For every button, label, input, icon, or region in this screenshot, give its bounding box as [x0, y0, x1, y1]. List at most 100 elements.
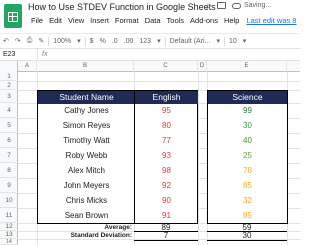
currency-format-button[interactable]: $ [87, 38, 97, 45]
toolbar: ↶ ↷ ⎙ ✎ 100% ▾ $ % .0 .00 123 ▾ Default … [0, 33, 300, 48]
column-header-e[interactable]: E [207, 61, 287, 72]
row-header[interactable]: 5 [0, 118, 18, 133]
english-score-cell[interactable]: 93 [135, 150, 198, 162]
row-header[interactable]: 6 [0, 133, 18, 148]
student-name-cell[interactable]: Roby Webb [38, 150, 135, 162]
column-header-a[interactable]: A [18, 61, 37, 72]
menu-file[interactable]: File [28, 15, 46, 27]
percent-format-button[interactable]: % [97, 38, 109, 45]
more-formats-dropdown-icon[interactable]: ▾ [154, 37, 164, 45]
science-score-cell[interactable]: 30 [208, 120, 287, 132]
row-header[interactable]: 14 [0, 239, 18, 245]
english-score-cell[interactable]: 95 [135, 105, 198, 117]
stdev-english-value[interactable]: 7 [134, 231, 198, 240]
zoom-dropdown-icon[interactable]: ▾ [74, 37, 84, 45]
science-score-cell[interactable]: 25 [208, 150, 287, 162]
english-score-cell[interactable]: 91 [135, 210, 198, 222]
column-header-c[interactable]: C [134, 61, 198, 72]
row-header[interactable]: 2 [0, 81, 18, 90]
science-score-cell[interactable]: 40 [208, 135, 287, 147]
toolbar-divider [48, 36, 50, 46]
gridline [18, 81, 300, 82]
science-score-cell[interactable]: 85 [208, 180, 287, 192]
row-header[interactable]: 11 [0, 208, 18, 223]
gridline [198, 72, 199, 245]
column-headers: A B C D E [0, 61, 300, 72]
toolbar-divider [164, 36, 166, 46]
row-header[interactable]: 8 [0, 163, 18, 178]
folder-icon[interactable] [217, 2, 226, 9]
font-size-select[interactable]: 10 [226, 38, 240, 45]
toolbar-divider [84, 36, 86, 46]
cell-area[interactable]: Student Name English Cathy Jones Simon R… [18, 72, 300, 245]
row-header[interactable]: 13 [0, 231, 18, 239]
row-headers: 1 2 3 4 5 6 7 8 9 10 11 12 13 14 [0, 72, 18, 245]
student-name-cell[interactable]: Timothy Watt [38, 135, 135, 147]
student-name-cell[interactable]: Sean Brown [38, 210, 135, 222]
toolbar-divider [223, 36, 225, 46]
redo-icon[interactable]: ↷ [12, 37, 24, 45]
cloud-status-icon [232, 3, 241, 9]
english-score-cell[interactable]: 80 [135, 120, 198, 132]
undo-icon[interactable]: ↶ [0, 37, 12, 45]
formula-bar: E23 fx [0, 48, 300, 61]
english-score-cell[interactable]: 77 [135, 135, 198, 147]
student-name-cell[interactable]: Chris Micks [38, 195, 135, 207]
menu-format[interactable]: Format [112, 15, 142, 27]
font-size-dropdown-icon[interactable]: ▾ [240, 37, 250, 45]
decrease-decimal-button[interactable]: .0 [109, 38, 121, 45]
menu-view[interactable]: View [65, 15, 87, 27]
student-name-cell[interactable]: Simon Reyes [38, 120, 135, 132]
row-header[interactable]: 4 [0, 103, 18, 118]
fx-icon: fx [42, 51, 48, 58]
increase-decimal-button[interactable]: .00 [121, 38, 137, 45]
english-score-cell[interactable]: 90 [135, 195, 198, 207]
english-score-cell[interactable]: 98 [135, 165, 198, 177]
star-icon[interactable]: ☆ [204, 1, 212, 12]
stdev-science-value[interactable]: 30 [207, 231, 287, 240]
science-score-cell[interactable]: 99 [208, 105, 287, 117]
row-header[interactable]: 7 [0, 148, 18, 163]
menu-bar: File Edit View Insert Format Data Tools … [28, 15, 296, 27]
row-header[interactable]: 9 [0, 178, 18, 193]
menu-data[interactable]: Data [142, 15, 164, 27]
science-score-cell[interactable]: 78 [208, 165, 287, 177]
last-edit-link[interactable]: Last edit was 8 [242, 15, 296, 27]
science-score-cell[interactable]: 85 [208, 210, 287, 222]
average-label[interactable]: Average: [37, 224, 132, 231]
name-box[interactable]: E23 [0, 49, 38, 60]
science-score-cell[interactable]: 32 [208, 195, 287, 207]
student-name-cell[interactable]: John Meyers [38, 180, 135, 192]
english-score-cell[interactable]: 92 [135, 180, 198, 192]
header-science[interactable]: Science [208, 91, 287, 104]
more-formats-button[interactable]: 123 [136, 38, 154, 45]
row-header[interactable]: 1 [0, 72, 18, 81]
menu-addons[interactable]: Add-ons [187, 15, 221, 27]
row-header[interactable]: 3 [0, 90, 18, 103]
science-table: Science 99 30 40 25 78 85 32 85 [207, 90, 288, 224]
student-name-cell[interactable]: Alex Mitch [38, 165, 135, 177]
font-select[interactable]: Default (Ari... [167, 38, 214, 45]
document-title[interactable]: How to Use STDEV Function in Google Shee… [28, 2, 216, 12]
header-student-name[interactable]: Student Name [38, 91, 135, 104]
menu-insert[interactable]: Insert [87, 15, 112, 27]
saving-status: Saving... [244, 2, 272, 9]
sheet-grid: A B C D E 1 2 3 4 5 6 7 8 9 10 11 12 13 … [0, 61, 300, 245]
student-name-cell[interactable]: Cathy Jones [38, 105, 135, 117]
menu-tools[interactable]: Tools [164, 15, 188, 27]
row-header[interactable]: 10 [0, 193, 18, 208]
print-icon[interactable]: ⎙ [24, 37, 36, 45]
menu-help[interactable]: Help [221, 15, 242, 27]
header-english[interactable]: English [135, 91, 198, 104]
zoom-select[interactable]: 100% [50, 38, 74, 45]
column-header-d[interactable]: D [198, 61, 207, 72]
menu-edit[interactable]: Edit [46, 15, 65, 27]
font-dropdown-icon[interactable]: ▾ [213, 37, 223, 45]
stdev-science-underline [207, 240, 287, 241]
sheets-logo-icon[interactable] [4, 4, 22, 28]
stdev-label[interactable]: Standard Deviation: [18, 232, 132, 239]
select-all-corner[interactable] [0, 61, 18, 72]
column-header-b[interactable]: B [37, 61, 134, 72]
row-header[interactable]: 12 [0, 223, 18, 231]
paint-format-icon[interactable]: ✎ [35, 37, 47, 45]
